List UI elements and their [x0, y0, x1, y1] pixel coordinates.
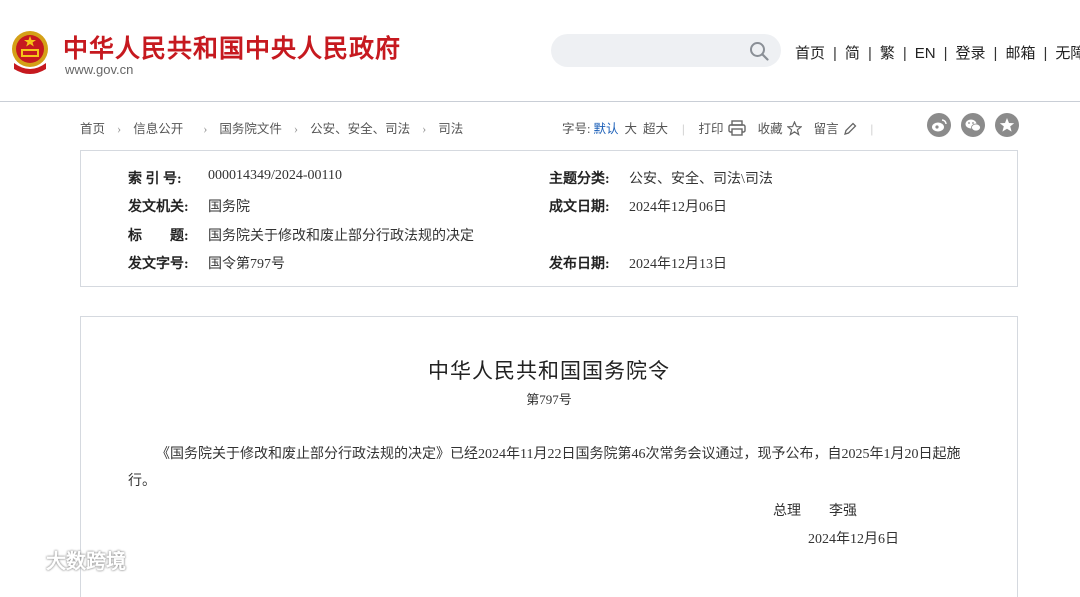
- printer-icon: [727, 120, 746, 136]
- star-icon: [785, 120, 803, 136]
- chevron-right-icon: ›: [422, 122, 427, 136]
- nav-english[interactable]: EN: [915, 45, 936, 62]
- site-domain: www.gov.cn: [65, 62, 134, 77]
- chevron-right-icon: ›: [117, 122, 122, 136]
- document-body: 中华人民共和国国务院令 第797号 《国务院关于修改和废止部分行政法规的决定》已…: [80, 316, 1018, 597]
- written-date-value: 2024年12月06日: [629, 200, 727, 215]
- breadcrumb-justice[interactable]: 司法: [438, 122, 463, 136]
- print-label: 打印: [698, 122, 724, 136]
- publish-date-value: 2024年12月13日: [629, 257, 727, 272]
- nav-login[interactable]: 登录: [956, 45, 986, 62]
- site-title[interactable]: 中华人民共和国中央人民政府: [63, 29, 401, 65]
- nav-mail[interactable]: 邮箱: [1005, 45, 1035, 62]
- top-nav: 首页 | 简 | 繁 | EN | 登录 | 邮箱 | 无障碍: [795, 42, 1080, 63]
- favorite-label: 收藏: [757, 122, 783, 136]
- comment-button[interactable]: 留言: [814, 122, 857, 136]
- publish-date-label: 发布日期:: [549, 257, 610, 272]
- search-icon[interactable]: [749, 41, 769, 61]
- nav-home[interactable]: 首页: [795, 45, 825, 62]
- index-label: 索 引 号:: [128, 172, 182, 187]
- issuer-value: 国务院: [208, 200, 250, 215]
- watermark-logo-icon: [11, 552, 44, 569]
- search-input[interactable]: [551, 34, 781, 67]
- site-header: 中华人民共和国中央人民政府 www.gov.cn 首页 | 简 | 繁 | EN | 登录 | 邮箱…: [0, 0, 1080, 102]
- font-size-label: 字号:: [562, 122, 591, 136]
- signatory-role: 总理: [773, 504, 801, 519]
- nav-separator: |: [867, 45, 872, 62]
- breadcrumb-toolbar-row: 首页 › 信息公开 › 国务院文件 › 公安、安全、司法 › 司法 字号: 默认大超大 | 打印 收藏 留…: [80, 117, 1020, 137]
- nav-separator: |: [993, 45, 998, 62]
- nav-separator: |: [943, 45, 948, 62]
- breadcrumb-home[interactable]: 首页: [80, 122, 105, 136]
- category-label: 主题分类:: [549, 172, 610, 187]
- breadcrumb: 首页 › 信息公开 › 国务院文件 › 公安、安全、司法 › 司法: [80, 118, 463, 137]
- title-value: 国务院关于修改和废止部分行政法规的决定: [208, 229, 474, 244]
- favorite-button[interactable]: 收藏: [757, 120, 803, 136]
- doc-number-label: 发文字号:: [128, 257, 189, 272]
- watermark-text: 大数跨境: [46, 551, 126, 573]
- chevron-right-icon: ›: [203, 122, 208, 136]
- nav-separator: |: [833, 45, 837, 62]
- document-info-table: 索 引 号: 000014349/2024-00110 主题分类: 公安、安全、…: [80, 150, 1018, 287]
- breadcrumb-info-disclosure[interactable]: 信息公开: [133, 122, 183, 136]
- document-number: 第797号: [526, 392, 572, 407]
- tool-separator: |: [870, 122, 874, 136]
- document-paragraph: 《国务院关于修改和废止部分行政法规的决定》已经2024年11月22日国务院第46…: [128, 447, 961, 489]
- chevron-right-icon: ›: [293, 122, 299, 136]
- font-size-default[interactable]: 默认: [593, 122, 618, 136]
- issuer-label: 发文机关:: [128, 200, 189, 215]
- written-date-label: 成文日期:: [549, 200, 610, 215]
- wechat-icon[interactable]: [961, 113, 985, 137]
- watermark: 大数跨境: [10, 545, 126, 574]
- tool-separator: |: [682, 122, 685, 136]
- signature-date: 2024年12月6日: [808, 532, 899, 547]
- category-value: 公安、安全、司法\司法: [629, 172, 773, 187]
- star-share-icon[interactable]: [995, 113, 1019, 137]
- nav-simplified[interactable]: 简: [845, 45, 860, 62]
- document-title: 中华人民共和国国务院令: [428, 359, 670, 383]
- nav-accessibility[interactable]: 无障碍: [1055, 45, 1080, 62]
- print-button[interactable]: 打印: [698, 120, 746, 136]
- font-size-xlarge[interactable]: 超大: [643, 122, 668, 136]
- national-emblem-icon[interactable]: [8, 29, 52, 75]
- signatory-name: 李强: [829, 504, 857, 519]
- breadcrumb-state-council-docs[interactable]: 国务院文件: [219, 122, 282, 136]
- nav-traditional[interactable]: 繁: [880, 45, 895, 62]
- breadcrumb-public-security[interactable]: 公安、安全、司法: [310, 122, 410, 136]
- nav-separator: |: [902, 45, 907, 62]
- article-tools: 字号: 默认大超大 | 打印 收藏 留言 |: [562, 118, 887, 137]
- doc-number-value: 国令第797号: [208, 257, 285, 272]
- pencil-icon: [843, 122, 857, 135]
- nav-separator: |: [1043, 45, 1048, 62]
- font-size-large[interactable]: 大: [625, 122, 638, 136]
- title-label: 标 题:: [128, 229, 189, 244]
- index-value: 000014349/2024-00110: [208, 168, 343, 183]
- comment-label: 留言: [813, 122, 839, 136]
- weibo-icon[interactable]: [927, 113, 951, 137]
